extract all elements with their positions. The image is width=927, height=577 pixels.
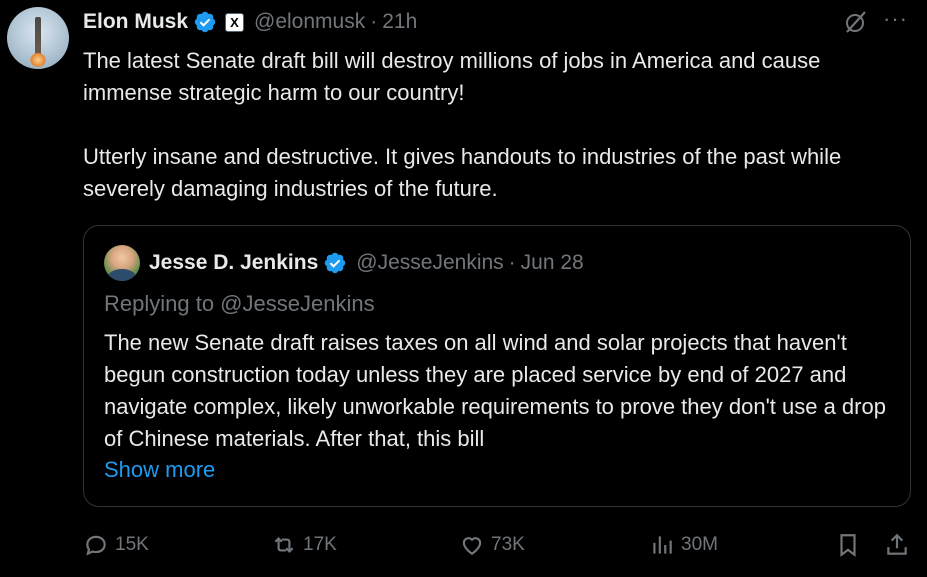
rocket-image <box>35 17 41 57</box>
share-button[interactable] <box>884 525 910 565</box>
avatar-shirt <box>108 269 136 281</box>
like-count: 73K <box>491 534 525 555</box>
quoted-author-handle[interactable]: @JesseJenkins <box>356 251 503 275</box>
separator-dot: · <box>370 10 378 33</box>
author-avatar[interactable] <box>7 7 69 69</box>
quoted-author-avatar[interactable] <box>104 245 140 281</box>
tweet-text: The latest Senate draft bill will destro… <box>83 48 842 201</box>
views-count: 30M <box>681 534 718 555</box>
x-affiliation-badge-icon: X <box>225 12 245 32</box>
quoted-tweet[interactable]: Jesse D. Jenkins @JesseJenkins · Jun 28 … <box>83 225 911 507</box>
tweet-header: Elon Musk X @elonmusk · 21h <box>83 8 417 36</box>
verified-badge-icon <box>325 252 346 274</box>
separator-dot: · <box>508 251 516 274</box>
show-more-link[interactable]: Show more <box>104 457 215 483</box>
reply-count: 15K <box>115 534 149 555</box>
repost-count: 17K <box>303 534 337 555</box>
tweet-timestamp[interactable]: 21h <box>382 10 417 34</box>
views-chart-icon <box>653 536 672 554</box>
heart-icon <box>462 537 482 555</box>
quoted-author-name[interactable]: Jesse D. Jenkins <box>149 251 318 275</box>
bookmark-button[interactable] <box>835 525 861 565</box>
like-button[interactable]: 73K <box>459 525 525 565</box>
grok-icon[interactable] <box>843 9 869 35</box>
more-options-icon[interactable]: ··· <box>883 6 908 32</box>
views-button[interactable]: 30M <box>649 525 718 565</box>
quoted-tweet-header: Jesse D. Jenkins @JesseJenkins · Jun 28 <box>104 245 584 281</box>
quoted-tweet-timestamp[interactable]: Jun 28 <box>521 251 584 275</box>
author-handle[interactable]: @elonmusk <box>254 10 365 34</box>
rocket-flame <box>30 53 46 67</box>
reply-button[interactable]: 15K <box>83 525 149 565</box>
repost-button[interactable]: 17K <box>271 525 337 565</box>
verified-badge-icon <box>194 11 216 33</box>
author-name[interactable]: Elon Musk <box>83 10 188 34</box>
share-icon <box>887 533 907 555</box>
bookmark-icon <box>840 534 856 557</box>
quoted-tweet-text: The new Senate draft raises taxes on all… <box>104 330 886 451</box>
action-bar: 15K 17K 73K 30M <box>0 525 927 565</box>
replying-to-label: Replying to @JesseJenkins <box>104 291 375 316</box>
repost-icon <box>274 536 294 554</box>
reply-icon <box>86 535 106 556</box>
